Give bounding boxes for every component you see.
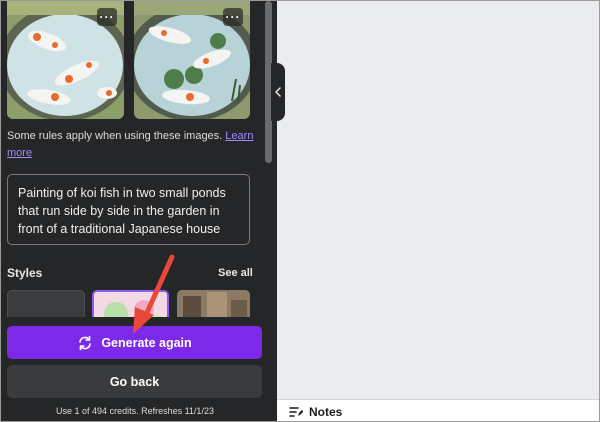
refresh-icon (79, 335, 92, 350)
notes-icon (289, 406, 303, 417)
usage-rules-text: Some rules apply when using these images… (7, 128, 257, 162)
more-icon: ··· (225, 10, 241, 24)
design-canvas-area[interactable] (277, 1, 599, 399)
generated-image-2[interactable]: ··· (134, 1, 250, 119)
go-back-label: Go back (109, 374, 160, 389)
generated-image-1[interactable]: ··· (7, 1, 124, 119)
more-options-button-2[interactable]: ··· (223, 8, 243, 26)
generate-again-button[interactable]: Generate again (7, 326, 262, 359)
credits-info: Use 1 of 494 credits. Refreshes 11/1/23 (56, 406, 214, 416)
rules-text: Some rules apply when using these images… (7, 130, 223, 142)
magic-media-panel: ··· ··· Some rules apply when using thes… (1, 1, 277, 421)
collapse-panel-handle[interactable] (271, 63, 285, 121)
more-icon: ··· (99, 10, 115, 24)
notes-bar[interactable]: Notes (277, 399, 599, 421)
notes-label: Notes (309, 404, 343, 419)
styles-heading: Styles (7, 266, 43, 280)
screenshot-frame: Notes ··· ··· Some rules apply when usin… (0, 0, 600, 422)
go-back-button[interactable]: Go back (7, 365, 262, 398)
see-all-link[interactable]: See all (218, 267, 253, 279)
generate-again-label: Generate again (101, 335, 192, 350)
prompt-input[interactable]: Painting of koi fish in two small ponds … (7, 174, 250, 245)
more-options-button-1[interactable]: ··· (97, 8, 117, 26)
chevron-left-icon (275, 87, 281, 97)
